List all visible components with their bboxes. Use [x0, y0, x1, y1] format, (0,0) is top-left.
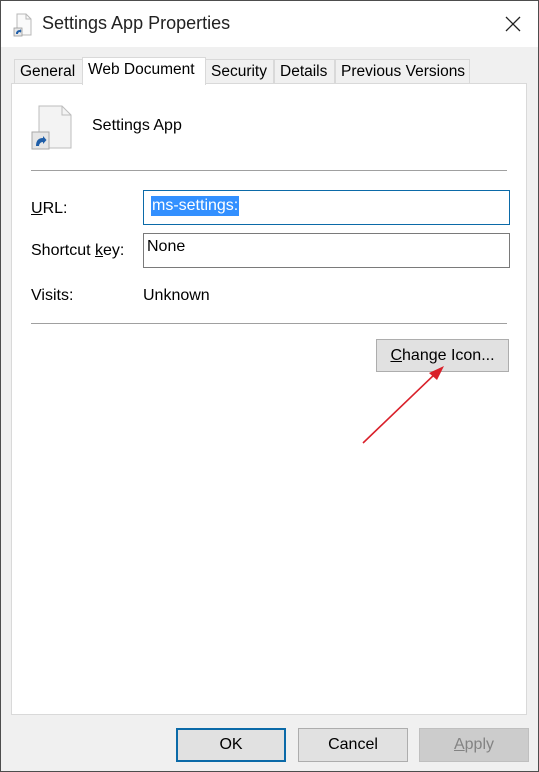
window-title: Settings App Properties	[42, 13, 231, 33]
apply-label: pply	[464, 736, 495, 753]
shortcut-key-label-accel: k	[95, 242, 104, 259]
cancel-button[interactable]: Cancel	[298, 728, 408, 762]
shortcut-file-icon	[13, 13, 32, 37]
apply-button[interactable]: Apply	[419, 728, 529, 762]
tab-general[interactable]: General	[14, 59, 83, 83]
shortcut-key-label: Shortcut key:	[31, 242, 124, 260]
shortcut-key-label-rest: ey:	[103, 242, 125, 259]
separator	[31, 323, 507, 324]
url-label-text: RL:	[42, 200, 68, 217]
tab-previous-versions[interactable]: Previous Versions	[335, 59, 470, 83]
shortcut-key-input[interactable]: None	[143, 233, 510, 268]
shortcut-name: Settings App	[92, 117, 182, 134]
tab-web-document[interactable]: Web Document	[82, 57, 206, 85]
shortcut-file-icon	[31, 105, 72, 150]
shortcut-key-value: None	[147, 238, 186, 255]
separator	[31, 170, 507, 171]
apply-accel: A	[453, 736, 465, 753]
properties-dialog: Settings App Properties General Web Docu…	[0, 0, 539, 772]
tab-details[interactable]: Details	[274, 59, 335, 83]
ok-button[interactable]: OK	[176, 728, 286, 762]
annotation-arrow-icon	[362, 366, 444, 444]
title-bar[interactable]: Settings App Properties	[1, 1, 538, 47]
url-label: URL:	[31, 200, 67, 218]
close-icon[interactable]	[498, 9, 528, 39]
visits-value: Unknown	[143, 287, 210, 304]
shortcut-key-label-text: Shortcut	[31, 242, 96, 259]
url-input[interactable]: ms-settings:	[143, 190, 510, 225]
visits-label: Visits:	[31, 287, 74, 304]
url-input-value: ms-settings:	[151, 196, 240, 216]
tab-security[interactable]: Security	[205, 59, 274, 83]
url-label-accel: U	[31, 200, 43, 217]
